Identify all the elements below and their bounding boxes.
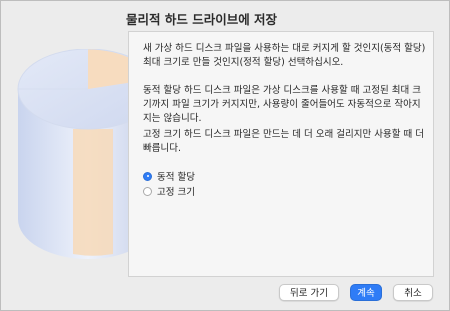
intro-text: 새 가상 하드 디스크 파일을 사용하는 대로 커지게 할 것인지(동적 할당)… bbox=[143, 43, 426, 68]
dialog-window: 물리적 하드 드라이브에 저장 새 가상 하드 디스크 파일을 사용하는 대로 … bbox=[0, 0, 450, 311]
dynamic-explanation-text: 동적 할당 하드 디스크 파일은 가상 디스크를 사용할 때 고정된 최대 크기… bbox=[143, 85, 421, 124]
continue-button[interactable]: 계속 bbox=[350, 284, 382, 301]
radio-selected-icon[interactable] bbox=[143, 171, 152, 181]
fixed-explanation-text: 고정 크기 하드 디스크 파일은 만드는 데 더 오래 걸리지만 사용할 때 더… bbox=[143, 129, 424, 154]
description-panel: 새 가상 하드 디스크 파일을 사용하는 대로 커지게 할 것인지(동적 할당)… bbox=[128, 31, 434, 277]
option-dynamic[interactable]: 동적 할당 bbox=[143, 169, 195, 183]
radio-unselected-icon[interactable] bbox=[143, 186, 152, 196]
option-fixed-label: 고정 크기 bbox=[157, 187, 195, 198]
dialog-title: 물리적 하드 드라이브에 저장 bbox=[126, 12, 278, 27]
option-fixed[interactable]: 고정 크기 bbox=[143, 184, 195, 198]
option-dynamic-label: 동적 할당 bbox=[157, 172, 195, 183]
back-button[interactable]: 뒤로 가기 bbox=[279, 284, 339, 301]
cancel-button[interactable]: 취소 bbox=[393, 284, 433, 301]
